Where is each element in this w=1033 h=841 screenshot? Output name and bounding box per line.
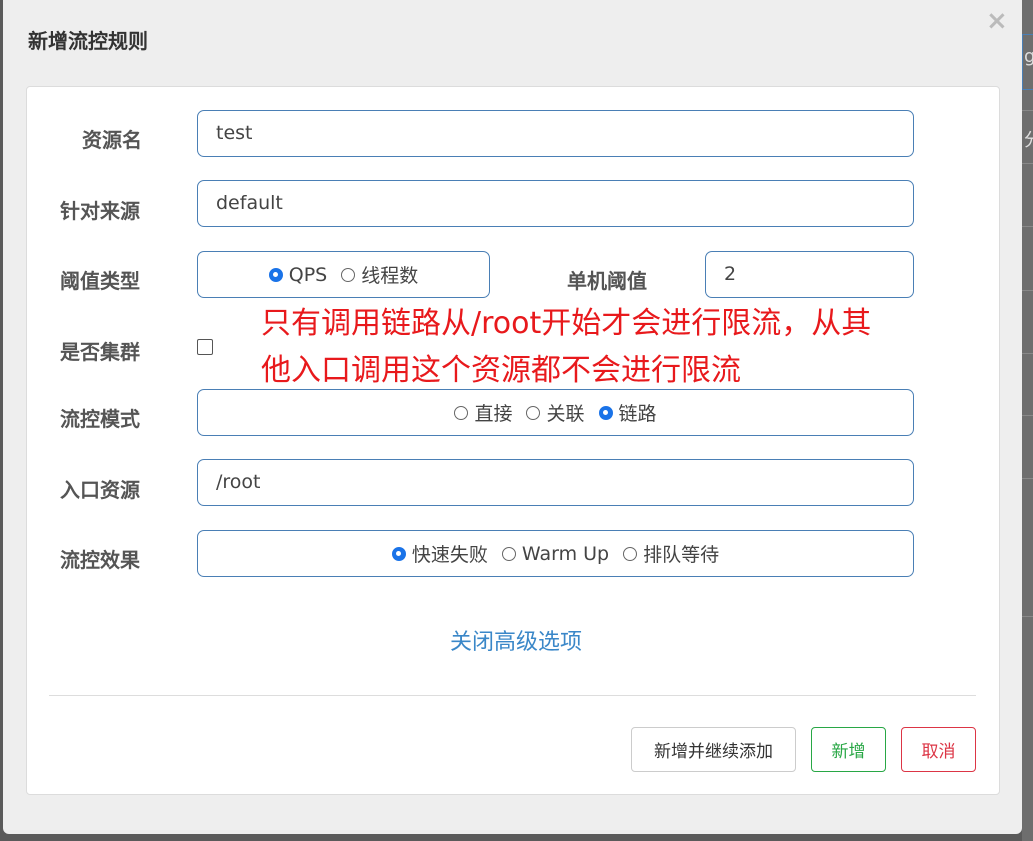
radio-relate-label: 关联	[546, 403, 585, 425]
add-and-continue-button[interactable]: 新增并继续添加	[631, 727, 796, 772]
radio-checked-icon	[268, 267, 283, 282]
entry-resource-input[interactable]: /root	[197, 459, 914, 506]
single-threshold-label: 单机阈值	[567, 269, 647, 293]
add-button[interactable]: 新增	[811, 727, 886, 772]
annotation-text: 只有调用链路从/root开始才会进行限流，从其 他入口调用这个资源都不会进行限流	[261, 300, 941, 394]
cancel-button[interactable]: 取消	[901, 727, 976, 772]
radio-qps-label: QPS	[288, 263, 328, 286]
threshold-type-label: 阈值类型	[60, 269, 140, 293]
control-mode-radio-group: 直接 关联 链路	[197, 389, 914, 436]
control-effect-label: 流控效果	[60, 548, 140, 572]
radio-queue[interactable]: 排队等待	[623, 540, 719, 567]
radio-unchecked-icon	[341, 267, 356, 282]
single-threshold-input[interactable]: 2	[705, 251, 914, 298]
radio-chain[interactable]: 链路	[598, 399, 657, 426]
radio-thread-count[interactable]: 线程数	[341, 261, 418, 288]
radio-relate[interactable]: 关联	[526, 399, 585, 426]
dialog-title: 新增流控规则	[28, 29, 148, 53]
resource-name-input[interactable]: test	[197, 110, 914, 157]
control-mode-label: 流控模式	[60, 407, 140, 431]
close-advanced-options-link[interactable]: 关闭高级选项	[3, 624, 1029, 656]
limit-app-input[interactable]: default	[197, 180, 914, 227]
close-icon[interactable]: ×	[986, 7, 1008, 35]
radio-unchecked-icon	[501, 546, 516, 561]
resource-name-label: 资源名	[82, 128, 142, 152]
radio-unchecked-icon	[623, 546, 638, 561]
radio-fast-fail-label: 快速失败	[411, 544, 488, 566]
radio-chain-label: 链路	[618, 403, 657, 425]
background-divider	[1022, 353, 1033, 354]
background-divider	[1022, 616, 1033, 617]
radio-unchecked-icon	[526, 405, 541, 420]
limit-app-label: 针对来源	[60, 199, 140, 223]
add-flow-rule-dialog: 新增流控规则 × 资源名 test 针对来源 default 阈值类型 QPS …	[3, 0, 1022, 834]
radio-thread-count-label: 线程数	[361, 265, 419, 287]
background-divider	[1022, 226, 1033, 227]
radio-unchecked-icon	[454, 405, 469, 420]
background-text-fragment: g	[1024, 46, 1033, 67]
background-divider	[1022, 415, 1033, 416]
radio-checked-icon	[598, 405, 613, 420]
annotation-line-1: 只有调用链路从/root开始才会进行限流，从其	[261, 306, 872, 341]
background-divider	[1022, 163, 1033, 164]
annotation-line-2: 他入口调用这个资源都不会进行限流	[261, 353, 741, 388]
radio-fast-fail[interactable]: 快速失败	[391, 540, 488, 567]
footer-divider	[49, 695, 976, 696]
radio-direct-label: 直接	[474, 403, 513, 425]
cluster-checkbox[interactable]	[197, 339, 213, 355]
threshold-type-radio-group: QPS 线程数	[197, 251, 490, 298]
radio-qps[interactable]: QPS	[268, 263, 328, 286]
background-divider	[1022, 290, 1033, 291]
radio-warm-up-label: Warm Up	[521, 542, 610, 565]
background-divider	[1022, 478, 1033, 479]
radio-warm-up[interactable]: Warm Up	[501, 542, 610, 565]
radio-queue-label: 排队等待	[643, 544, 720, 566]
background-text-fragment: 分	[1024, 126, 1033, 152]
entry-resource-label: 入口资源	[60, 478, 140, 502]
background-divider	[1022, 110, 1033, 111]
control-effect-radio-group: 快速失败 Warm Up 排队等待	[197, 530, 914, 577]
cluster-label: 是否集群	[60, 340, 140, 364]
radio-checked-icon	[391, 546, 406, 561]
radio-direct[interactable]: 直接	[454, 399, 512, 426]
